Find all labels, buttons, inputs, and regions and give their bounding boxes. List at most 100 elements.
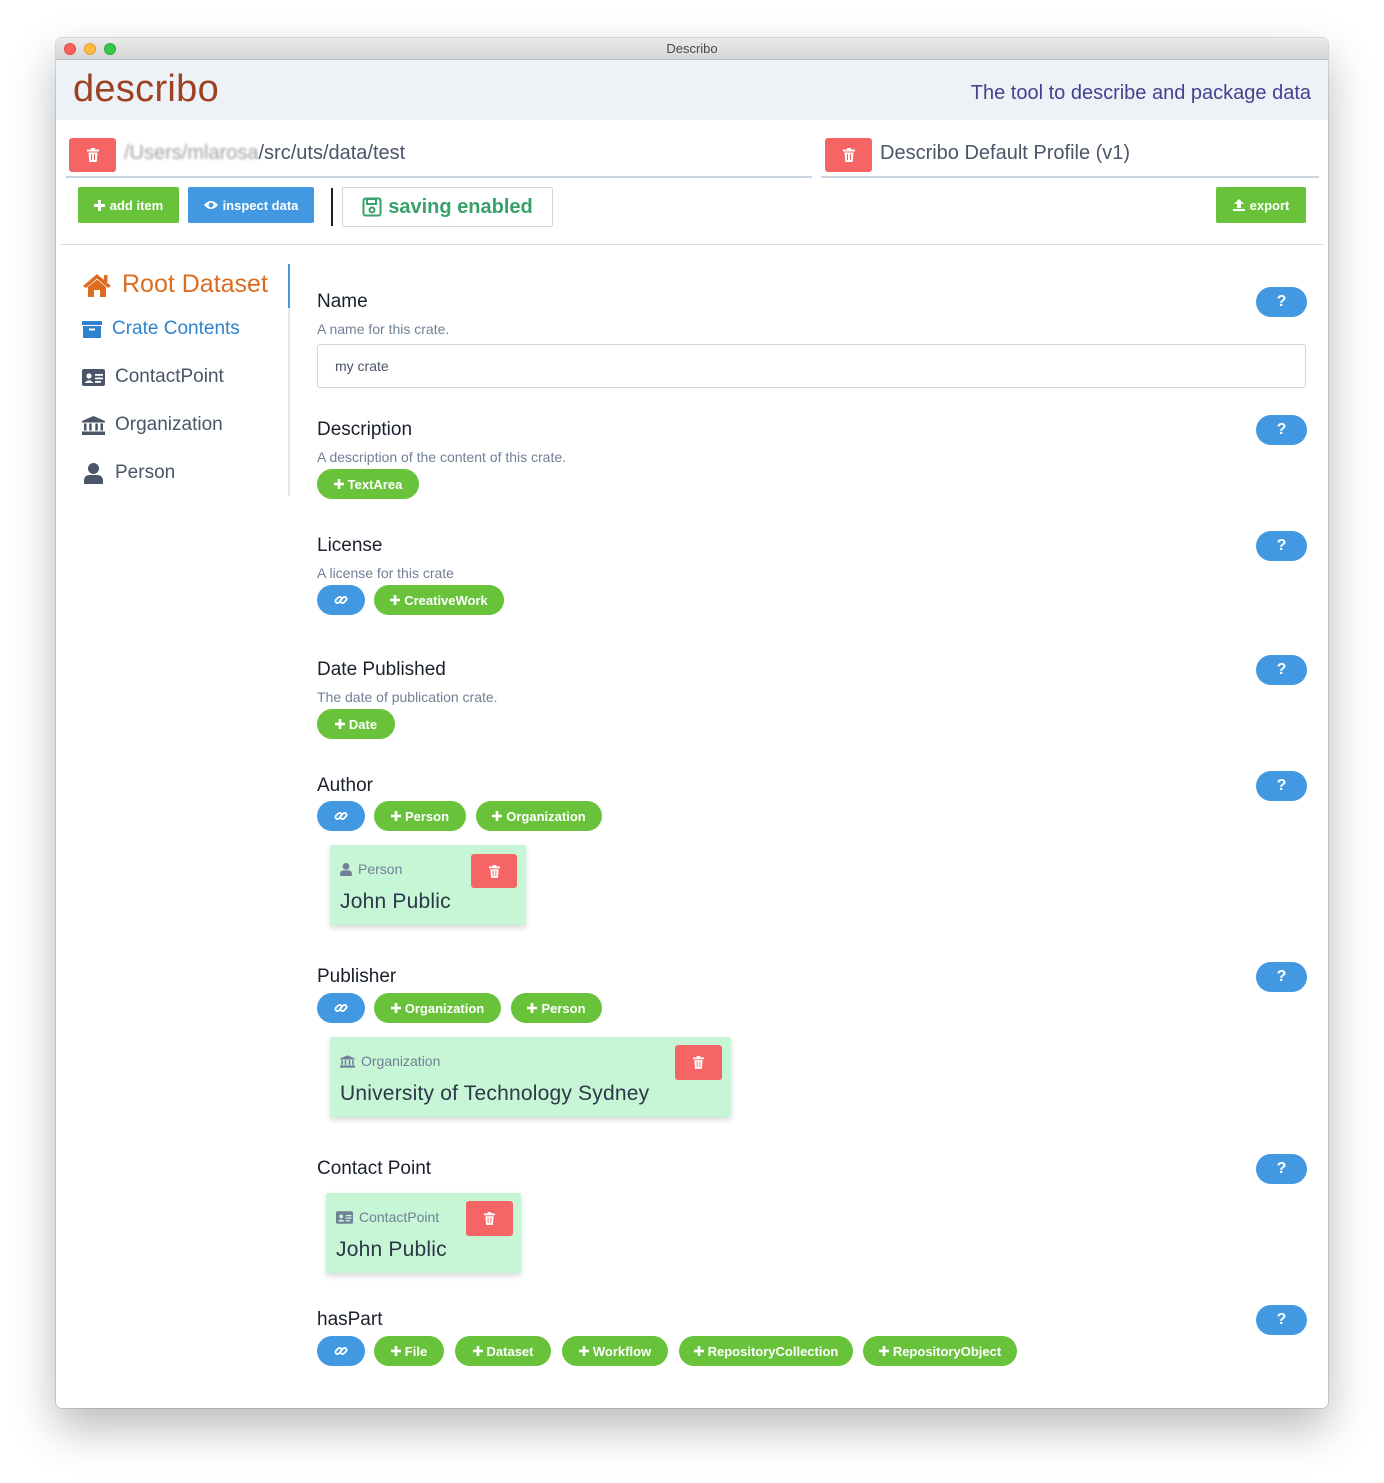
inspect-data-button[interactable]: inspect data [188,187,314,223]
help-button[interactable]: ? [1256,1305,1307,1335]
field-license: License A license for this crate ? [317,531,1307,581]
add-workflow-button[interactable]: Workflow [562,1336,668,1366]
window-close-button[interactable] [64,43,76,55]
plus-icon [472,1346,483,1356]
field-label: Name [317,291,368,312]
add-repositoryobject-button[interactable]: RepositoryObject [863,1336,1017,1366]
entity-name: John Public [340,890,451,913]
remove-entity-button[interactable] [675,1045,722,1080]
sidebar-item-label: Root Dataset [122,270,268,298]
window-maximize-button[interactable] [104,43,116,55]
plus-icon [333,479,344,489]
inspect-data-label: inspect data [222,197,299,213]
folder-path-bar: /Users/mlarosa/src/uts/data/test [66,130,812,178]
link-existing-button[interactable] [317,585,365,615]
sidebar-active-indicator [288,264,290,308]
address-card-icon [82,368,105,386]
add-type-label: RepositoryCollection [707,1343,839,1359]
add-textarea-button[interactable]: TextArea [317,469,419,499]
link-icon [334,809,348,823]
folder-path-visible: /src/uts/data/test [258,142,406,164]
add-type-label: Person [404,808,450,824]
window-minimize-button[interactable] [84,43,96,55]
add-item-label: add item [109,197,164,213]
tagline: The tool to describe and package data [970,82,1311,104]
plus-icon [492,811,503,821]
entity-type: Person [340,861,402,877]
field-label: License [317,535,383,556]
add-item-button[interactable]: add item [78,187,179,223]
help-button[interactable]: ? [1256,1154,1307,1184]
link-existing-button[interactable] [317,801,365,831]
plus-icon [390,595,401,605]
entity-name: John Public [336,1238,447,1261]
entity-type: ContactPoint [336,1209,439,1225]
sidebar-item-root-dataset[interactable]: Root Dataset [82,270,268,299]
user-icon [340,862,352,876]
add-type-label: RepositoryObject [892,1343,1002,1359]
sidebar-item-person[interactable]: Person [82,462,175,484]
sidebar-item-crate-contents[interactable]: Crate Contents [82,318,240,340]
link-existing-button[interactable] [317,993,365,1023]
field-contact-point: Contact Point ? [317,1154,1307,1184]
author-entity-card[interactable]: Person John Public [330,845,526,925]
plus-icon [878,1346,889,1356]
entity-type: Organization [340,1053,440,1069]
plus-icon [527,1003,538,1013]
contact-point-entity-card[interactable]: ContactPoint John Public [326,1193,521,1273]
plus-icon [390,1346,401,1356]
help-button[interactable]: ? [1256,531,1307,561]
entity-name: University of Technology Sydney [340,1082,650,1105]
link-icon [334,593,348,607]
add-dataset-button[interactable]: Dataset [455,1336,551,1366]
saving-status-label: saving enabled [388,195,533,218]
add-date-button[interactable]: Date [317,709,395,739]
add-organization-button[interactable]: Organization [476,801,602,831]
field-label: Date Published [317,659,446,680]
add-type-label: TextArea [347,476,403,492]
field-author: Author ? [317,771,1307,801]
help-button[interactable]: ? [1256,655,1307,685]
add-type-label: Organization [404,1000,485,1016]
sidebar-item-organization[interactable]: Organization [82,414,223,436]
export-button[interactable]: export [1216,187,1306,223]
add-organization-button[interactable]: Organization [374,993,501,1023]
upload-icon [1232,199,1245,211]
toolbar-divider-line [61,244,1324,245]
link-icon [334,1344,348,1358]
window-title: Describo [666,41,718,56]
field-label: Description [317,419,413,440]
field-label: Publisher [317,966,397,987]
remove-profile-button[interactable] [825,138,872,172]
field-label: Author [317,775,373,796]
help-button[interactable]: ? [1256,771,1307,801]
trash-icon [842,148,855,162]
remove-entity-button[interactable] [466,1201,513,1236]
field-help-text: A description of the content of this cra… [317,449,567,465]
folder-path-redacted: /Users/mlarosa [124,142,259,164]
publisher-entity-card[interactable]: Organization University of Technology Sy… [330,1037,731,1117]
plus-icon [390,1003,401,1013]
help-button[interactable]: ? [1256,962,1307,992]
add-person-button[interactable]: Person [374,801,466,831]
plus-icon [578,1346,589,1356]
window-titlebar: Describo [56,38,1328,60]
add-repositorycollection-button[interactable]: RepositoryCollection [679,1336,853,1366]
link-existing-button[interactable] [317,1336,365,1366]
add-type-label: Workflow [592,1343,652,1359]
add-creativework-button[interactable]: CreativeWork [374,585,504,615]
sidebar-item-contactpoint[interactable]: ContactPoint [82,366,224,388]
remove-folder-button[interactable] [69,138,116,172]
help-button[interactable]: ? [1256,415,1307,445]
add-type-label: CreativeWork [404,592,488,608]
toolbar-divider [331,188,333,226]
sidebar-item-label: Person [115,462,176,483]
name-input[interactable] [317,344,1306,388]
plus-icon [390,811,401,821]
field-date-published: Date Published The date of publication c… [317,655,1307,705]
help-button[interactable]: ? [1256,287,1307,317]
remove-entity-button[interactable] [471,854,517,888]
add-file-button[interactable]: File [374,1336,444,1366]
field-help-text: A name for this crate. [317,321,450,337]
add-person-button[interactable]: Person [511,993,602,1023]
